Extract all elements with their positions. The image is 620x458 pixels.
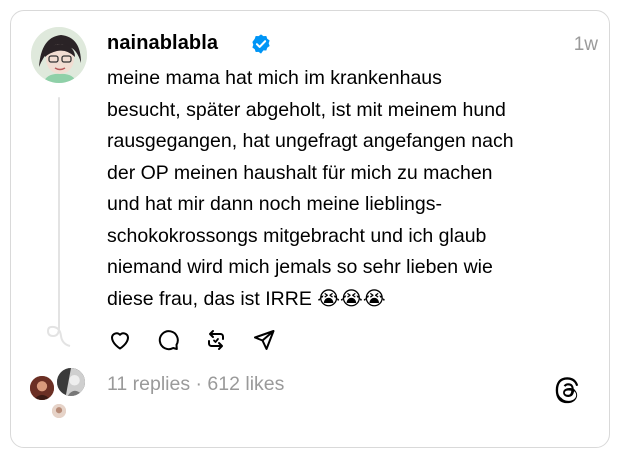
reply-button[interactable] (155, 327, 181, 353)
reply-avatar-image (57, 368, 85, 396)
post-stats[interactable]: 11 replies · 612 likes (107, 373, 284, 396)
share-button[interactable] (251, 327, 277, 353)
repost-button[interactable] (203, 327, 229, 353)
avatar-image (31, 27, 87, 83)
post-text: meine mama hat mich im krankenhaus besuc… (107, 67, 514, 310)
avatar[interactable] (31, 27, 87, 83)
username[interactable]: nainablabla (107, 32, 218, 55)
reply-avatar-3[interactable] (50, 402, 68, 420)
like-button[interactable] (107, 327, 133, 353)
reply-avatar-image (30, 376, 54, 400)
verified-badge-icon (252, 34, 270, 54)
timestamp: 1w (573, 34, 598, 55)
heart-icon (111, 332, 129, 350)
reply-avatar-2[interactable] (55, 366, 87, 398)
thread-loop-icon (46, 318, 71, 347)
action-bar (107, 325, 277, 355)
thread-line (58, 97, 60, 327)
reply-avatar-1[interactable] (28, 374, 56, 402)
share-icon (254, 330, 275, 350)
repost-icon (208, 330, 224, 350)
threads-logo-icon[interactable] (554, 376, 582, 404)
reply-avatar-image (52, 404, 66, 418)
comment-icon (158, 330, 179, 351)
post-header: nainablabla 1w (107, 32, 598, 60)
